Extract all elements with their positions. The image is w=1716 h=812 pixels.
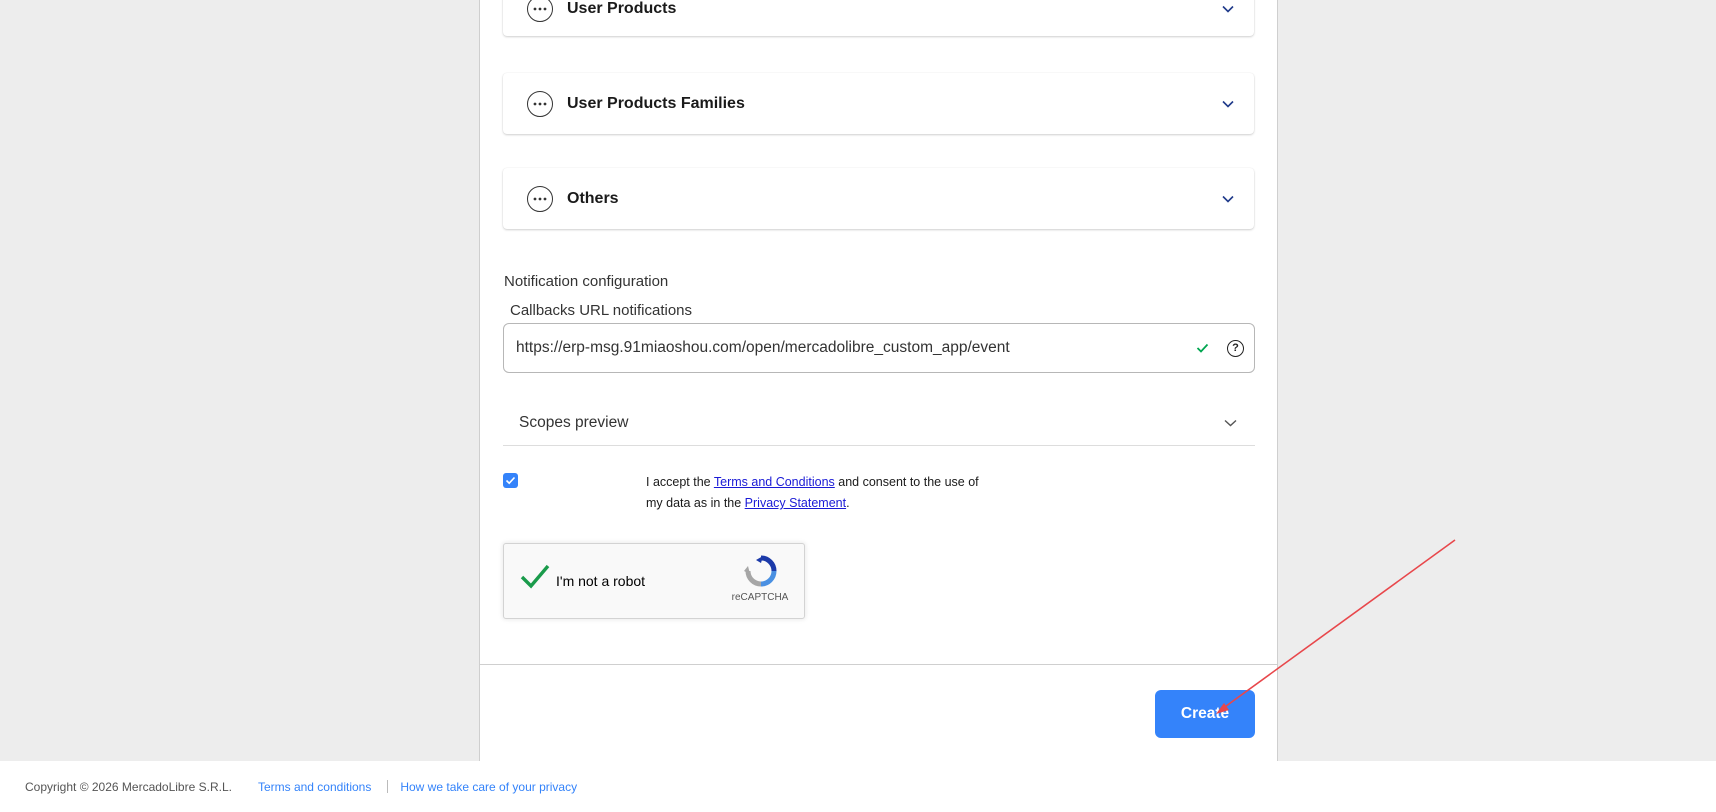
recaptcha-brand: reCAPTCHA	[731, 592, 789, 603]
terms-and-conditions-link[interactable]: Terms and Conditions	[714, 475, 835, 489]
chevron-down-icon[interactable]	[1222, 195, 1234, 203]
app-form-panel: User Products User Products Families Oth…	[479, 0, 1278, 761]
accordion-others[interactable]: Others	[503, 168, 1254, 229]
footer-privacy-link[interactable]: How we take care of your privacy	[400, 780, 577, 794]
scopes-preview-label: Scopes preview	[519, 413, 629, 431]
footer-terms-link[interactable]: Terms and conditions	[258, 780, 371, 794]
more-horizontal-icon	[527, 90, 553, 117]
accordion-title: User Products	[567, 0, 677, 17]
recaptcha-label: I'm not a robot	[556, 573, 646, 589]
consent-text-part: I accept the	[646, 475, 714, 489]
more-horizontal-icon	[527, 0, 553, 22]
callbacks-url-field[interactable]: ?	[503, 323, 1255, 373]
more-horizontal-icon	[527, 185, 553, 212]
accordion-title: User Products Families	[567, 94, 745, 112]
help-icon[interactable]: ?	[1227, 339, 1244, 357]
consent-text: I accept the Terms and Conditions and co…	[646, 472, 986, 514]
accordion-user-products-families[interactable]: User Products Families	[503, 73, 1254, 134]
privacy-statement-link[interactable]: Privacy Statement	[745, 496, 846, 510]
consent-text-part: .	[846, 496, 850, 510]
page: User Products User Products Families Oth…	[0, 0, 1716, 812]
callbacks-url-input[interactable]	[516, 339, 1188, 357]
recaptcha-widget: I'm not a robot reCAPTCHA	[503, 543, 805, 619]
recaptcha-logo-icon	[744, 554, 778, 593]
chevron-down-icon[interactable]	[1222, 5, 1234, 13]
notification-section-title: Notification configuration	[504, 273, 669, 290]
scopes-preview-toggle[interactable]: Scopes preview	[503, 400, 1255, 446]
footer: Copyright © 2026 MercadoLibre S.R.L. Ter…	[0, 761, 1716, 812]
chevron-down-icon[interactable]	[1222, 100, 1234, 108]
chevron-down-icon	[1224, 414, 1237, 432]
terms-consent-checkbox[interactable]	[503, 473, 518, 488]
recaptcha-checkmark-icon[interactable]	[520, 564, 550, 595]
copyright-text: Copyright © 2026 MercadoLibre S.R.L.	[25, 779, 232, 794]
accordion-title: Others	[567, 189, 619, 207]
callbacks-url-label: Callbacks URL notifications	[510, 302, 693, 319]
panel-divider	[480, 664, 1277, 665]
accordion-user-products[interactable]: User Products	[503, 0, 1254, 36]
footer-separator	[387, 780, 389, 793]
checkmark-icon	[505, 476, 516, 485]
create-button[interactable]: Create	[1155, 690, 1255, 738]
check-valid-icon	[1196, 343, 1209, 353]
